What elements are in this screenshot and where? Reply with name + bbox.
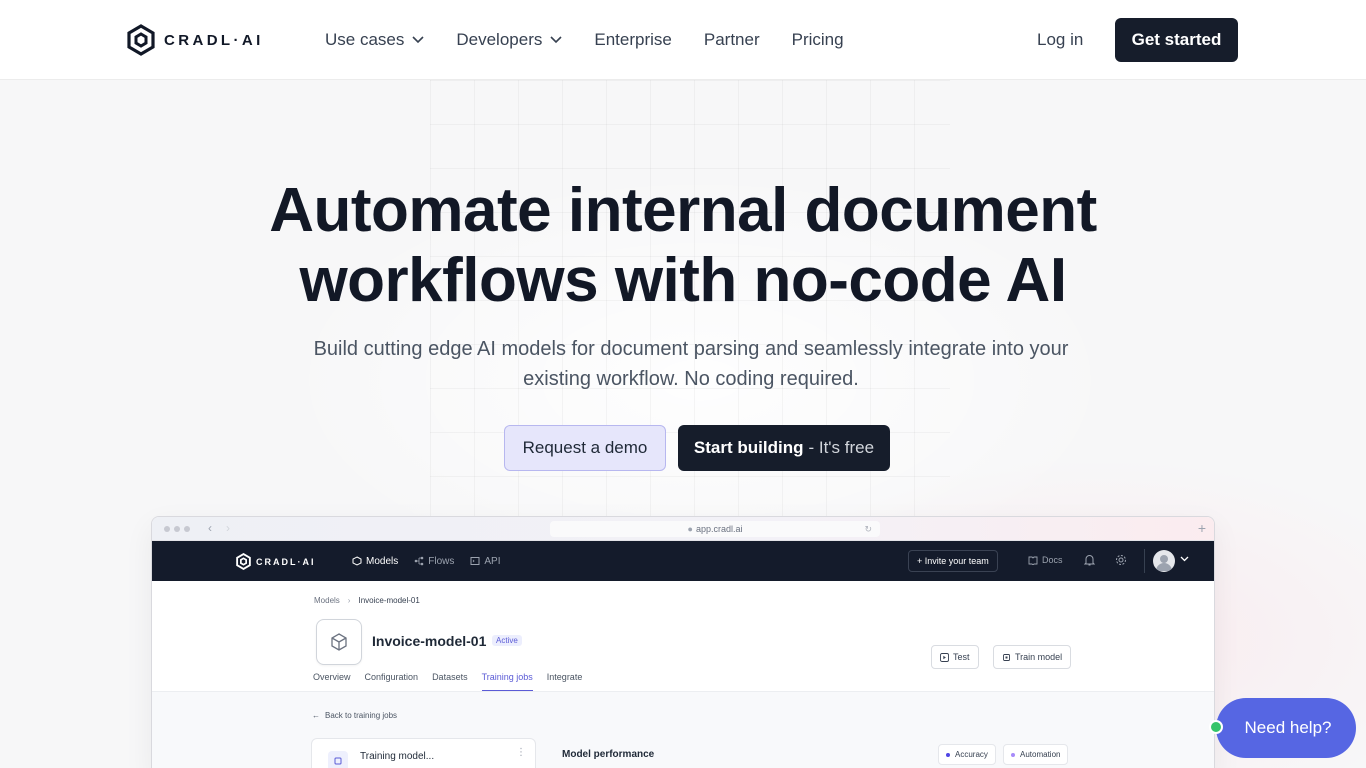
app-logo: CRADL·AI <box>236 553 316 570</box>
model-icon <box>316 619 362 665</box>
test-button: Test <box>931 645 979 669</box>
train-model-button: Train model <box>993 645 1072 669</box>
app-menu-api-label: API <box>484 555 501 567</box>
tab-datasets: Datasets <box>432 672 468 682</box>
cube-icon <box>352 556 362 566</box>
nav-use-cases-label: Use cases <box>325 30 405 49</box>
arrow-left-icon: ← <box>312 711 320 720</box>
nav-use-cases[interactable]: Use cases <box>325 30 424 50</box>
cube-icon <box>331 633 347 651</box>
app-menu: Models Flows API <box>352 541 501 581</box>
login-link[interactable]: Log in <box>1037 30 1083 50</box>
performance-title: Model performance <box>562 749 655 760</box>
legend-accuracy: Accuracy <box>938 744 996 765</box>
gear-icon <box>1116 555 1126 565</box>
play-icon <box>940 652 949 662</box>
free-label: - It's free <box>808 438 875 457</box>
tab-configuration: Configuration <box>364 672 419 682</box>
back-arrow-icon: ‹ <box>208 521 212 535</box>
get-started-button[interactable]: Get started <box>1115 18 1238 62</box>
nav-developers[interactable]: Developers <box>456 30 562 50</box>
breadcrumb: Models › Invoice-model-01 <box>314 596 420 605</box>
bell-icon <box>1084 555 1095 566</box>
url-text: app.cradl.ai <box>695 524 743 534</box>
training-card-title: Training model... <box>360 751 435 762</box>
app-logo-text: CRADL·AI <box>256 556 316 567</box>
avatar <box>1153 550 1175 572</box>
legend-dot <box>1011 752 1015 757</box>
request-demo-button[interactable]: Request a demo <box>504 425 666 471</box>
back-link-label: Back to training jobs <box>325 711 398 720</box>
forward-arrow-icon: › <box>226 521 230 535</box>
test-button-label: Test <box>953 652 970 662</box>
chevron-down-icon <box>412 36 424 44</box>
need-help-button[interactable]: Need help? <box>1216 698 1356 758</box>
refresh-icon: ↻ <box>864 524 872 534</box>
start-building-button[interactable]: Start building - It's free <box>678 425 890 471</box>
legend-accuracy-label: Accuracy <box>955 750 988 759</box>
api-icon <box>470 557 480 565</box>
legend-automation-label: Automation <box>1020 750 1061 759</box>
subhead-line-2: existing workflow. No coding required. <box>523 368 859 390</box>
legend-automation: Automation <box>1003 744 1069 765</box>
hero-headline: Automate internal document workflows wit… <box>183 176 1183 316</box>
app-main: Models › Invoice-model-01 Invoice-model-… <box>152 581 1214 768</box>
app-menu-flows: Flows <box>414 556 454 567</box>
cradl-logo-icon <box>127 24 155 56</box>
new-tab-icon: + <box>1197 520 1206 536</box>
app-nav: CRADL·AI Models Flows API + Invite your … <box>152 541 1214 581</box>
user-avatar-icon <box>1156 555 1172 571</box>
window-dots <box>164 526 190 532</box>
tab-overview: Overview <box>313 672 351 682</box>
app-menu-flows-label: Flows <box>428 555 455 567</box>
app-menu-api: API <box>470 555 501 567</box>
more-vertical-icon: ⋮ <box>516 747 526 758</box>
subhead-line-1: Build cutting edge AI models for documen… <box>313 338 1069 360</box>
nav-divider <box>1144 549 1145 573</box>
train-model-label: Train model <box>1015 652 1063 662</box>
breadcrumb-current: Invoice-model-01 <box>358 596 420 605</box>
app-menu-models: Models <box>352 556 398 567</box>
tab-training-jobs: Training jobs <box>481 672 533 692</box>
status-badge: Active <box>492 635 522 646</box>
lock-icon: ● <box>687 524 693 534</box>
headline-line-1: Automate internal document <box>269 176 1097 245</box>
chevron-down-icon <box>1180 556 1189 562</box>
nav-pricing[interactable]: Pricing <box>792 30 844 50</box>
breadcrumb-root: Models <box>314 596 340 605</box>
book-icon <box>1028 556 1038 565</box>
docs-link: Docs <box>1028 555 1063 565</box>
logo-text: CRADL·AI <box>164 31 264 49</box>
browser-bar: ‹ › ● app.cradl.ai ↻ + <box>152 517 1214 541</box>
hero-subhead: Build cutting edge AI models for documen… <box>283 334 1099 394</box>
url-bar: ● app.cradl.ai ↻ <box>550 521 880 537</box>
legend-dot <box>946 752 950 757</box>
chevron-down-icon <box>550 36 562 44</box>
browser-arrows: ‹ › <box>208 521 230 535</box>
nav-enterprise[interactable]: Enterprise <box>594 30 671 50</box>
app-menu-models-label: Models <box>366 555 399 567</box>
invite-team-button: + Invite your team <box>908 550 998 572</box>
app-screenshot-mockup: ‹ › ● app.cradl.ai ↻ + CRADL·AI Models Fl… <box>151 516 1215 768</box>
chevron-right-icon: › <box>347 596 351 605</box>
docs-label: Docs <box>1042 555 1063 565</box>
cradl-logo-icon <box>236 553 251 570</box>
training-card: Training model... ⋮ <box>311 738 536 768</box>
nav-partner[interactable]: Partner <box>704 30 760 50</box>
logo[interactable]: CRADL·AI <box>127 24 264 56</box>
online-status-dot <box>1209 720 1223 734</box>
nav-links: Use cases Developers Enterprise Partner … <box>325 0 876 80</box>
chip-icon <box>1003 653 1010 661</box>
nav-developers-label: Developers <box>456 30 543 49</box>
start-building-label: Start building <box>693 438 804 457</box>
model-title: Invoice-model-01 <box>372 633 487 649</box>
headline-line-2: workflows with no-code AI <box>299 246 1067 315</box>
model-tabs: Overview Configuration Datasets Training… <box>313 672 582 692</box>
chip-icon <box>328 751 348 768</box>
tab-integrate: Integrate <box>546 672 583 682</box>
top-nav: CRADL·AI Use cases Developers Enterprise… <box>0 0 1366 80</box>
flow-icon <box>414 556 424 566</box>
back-to-training-jobs: ← Back to training jobs <box>312 711 397 720</box>
